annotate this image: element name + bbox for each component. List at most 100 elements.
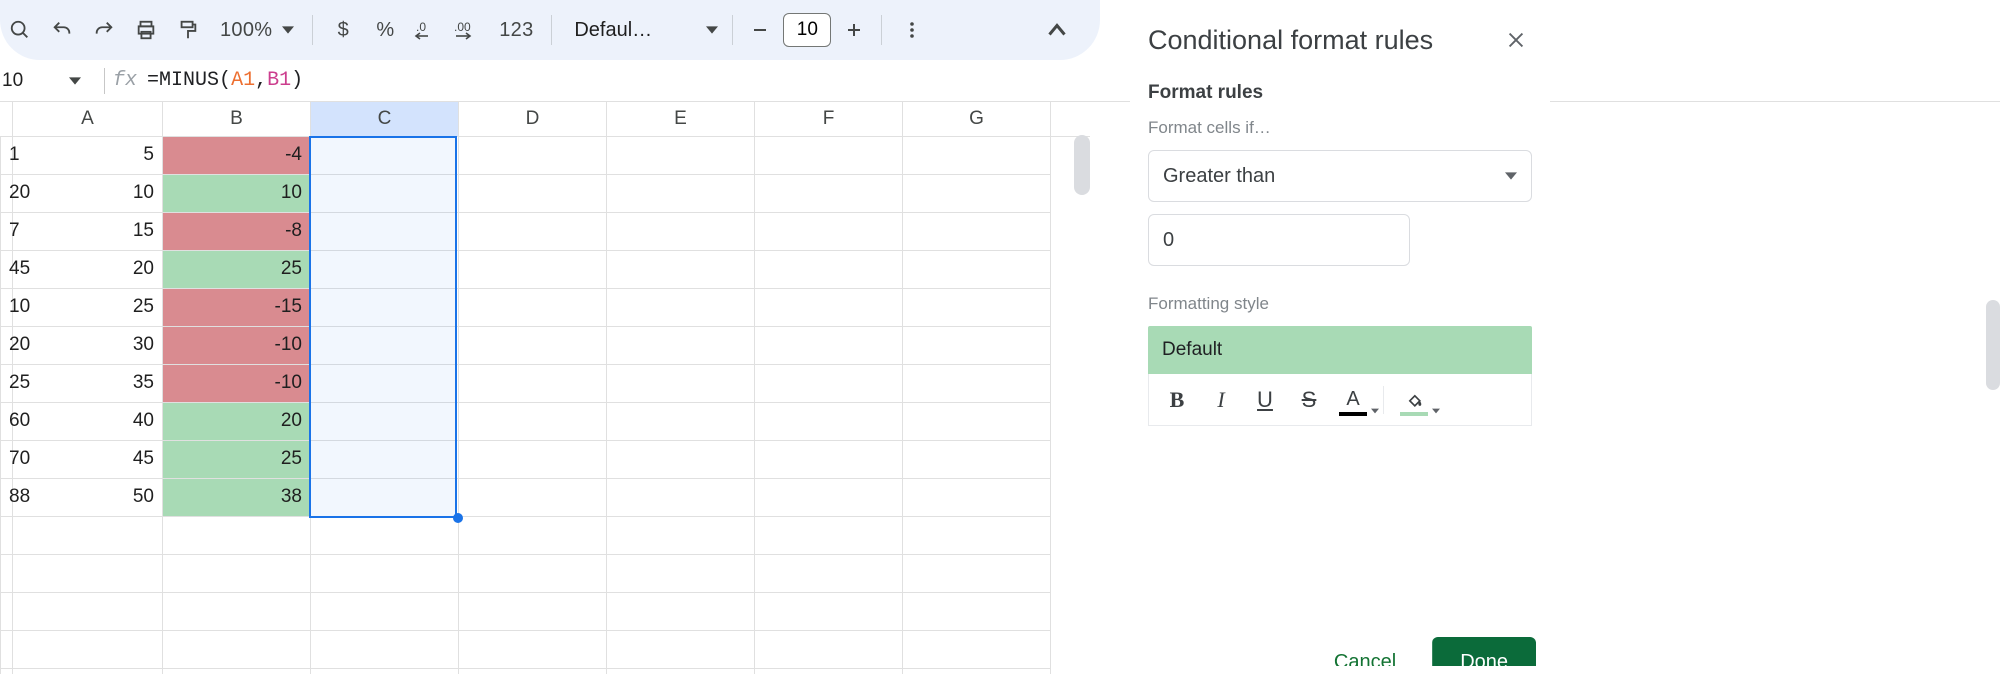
cell[interactable]	[903, 174, 1051, 212]
cell[interactable]	[311, 288, 459, 326]
cell[interactable]: 15	[13, 212, 163, 250]
column-header[interactable]: G	[903, 102, 1051, 136]
increase-font-button[interactable]	[837, 10, 871, 50]
page-scrollbar[interactable]	[1986, 300, 2000, 390]
cell[interactable]: 40	[13, 402, 163, 440]
cell[interactable]	[459, 174, 607, 212]
vertical-scrollbar[interactable]	[1074, 135, 1090, 195]
cell[interactable]	[163, 516, 311, 554]
cell[interactable]: -8	[163, 212, 311, 250]
cell[interactable]	[1, 668, 13, 674]
name-box-dropdown[interactable]	[60, 75, 90, 87]
zoom-select[interactable]: 100%	[210, 19, 302, 42]
cell[interactable]	[903, 630, 1051, 668]
cell[interactable]	[903, 288, 1051, 326]
column-header[interactable]: E	[607, 102, 755, 136]
text-color-button[interactable]: A	[1333, 380, 1373, 420]
cell[interactable]	[755, 592, 903, 630]
cell[interactable]	[607, 174, 755, 212]
cell[interactable]	[311, 136, 459, 174]
cell[interactable]	[459, 326, 607, 364]
cell[interactable]	[1, 630, 13, 668]
cell[interactable]: 70	[1, 440, 13, 478]
percent-button[interactable]: %	[365, 10, 405, 50]
fill-color-button[interactable]	[1394, 380, 1434, 420]
cell[interactable]	[459, 288, 607, 326]
decrease-font-button[interactable]	[743, 10, 777, 50]
cell[interactable]	[1, 516, 13, 554]
print-button[interactable]	[126, 10, 166, 50]
cell[interactable]: 20	[1, 326, 13, 364]
cell[interactable]	[1, 554, 13, 592]
cell[interactable]	[903, 136, 1051, 174]
cell[interactable]	[755, 288, 903, 326]
cell[interactable]	[13, 554, 163, 592]
close-panel-button[interactable]	[1500, 24, 1532, 56]
cell[interactable]: 10	[13, 174, 163, 212]
cancel-button[interactable]: Cancel	[1316, 637, 1414, 674]
done-button[interactable]: Done	[1432, 637, 1536, 674]
cell[interactable]	[607, 554, 755, 592]
cell[interactable]	[459, 630, 607, 668]
column-header[interactable]: F	[755, 102, 903, 136]
cell[interactable]: -10	[163, 364, 311, 402]
cell[interactable]: 20	[163, 402, 311, 440]
underline-button[interactable]: U	[1245, 380, 1285, 420]
column-header[interactable]: C	[311, 102, 459, 136]
cell[interactable]	[13, 630, 163, 668]
cell[interactable]	[163, 554, 311, 592]
cell[interactable]	[607, 668, 755, 674]
cell[interactable]: 45	[1, 250, 13, 288]
currency-button[interactable]: $	[323, 10, 363, 50]
condition-select[interactable]: Greater than	[1148, 150, 1532, 202]
more-menu-button[interactable]	[892, 10, 932, 50]
cell[interactable]	[311, 364, 459, 402]
cell[interactable]	[459, 668, 607, 674]
paint-format-button[interactable]	[168, 10, 208, 50]
style-preview[interactable]: Default	[1148, 326, 1532, 374]
condition-value-input[interactable]: 0	[1148, 214, 1410, 266]
cell[interactable]: 7	[1, 212, 13, 250]
cell[interactable]: 25	[163, 440, 311, 478]
cell[interactable]: 45	[13, 440, 163, 478]
cell[interactable]	[459, 250, 607, 288]
cell[interactable]	[459, 212, 607, 250]
column-header[interactable]: B	[163, 102, 311, 136]
cell[interactable]	[903, 364, 1051, 402]
cell[interactable]	[755, 516, 903, 554]
cell[interactable]: 5	[13, 136, 163, 174]
cell[interactable]	[311, 630, 459, 668]
italic-button[interactable]: I	[1201, 380, 1241, 420]
cell[interactable]: 60	[1, 402, 13, 440]
cell[interactable]	[459, 440, 607, 478]
collapse-toolbar-button[interactable]	[1042, 10, 1082, 50]
cell[interactable]	[755, 668, 903, 674]
cell[interactable]: 1	[1, 136, 13, 174]
cell[interactable]	[607, 478, 755, 516]
spreadsheet-grid[interactable]: ABCDEFG 15-4201010715-84520251025-152030…	[0, 102, 1090, 674]
cell[interactable]	[311, 668, 459, 674]
cell[interactable]	[903, 250, 1051, 288]
cell[interactable]	[607, 250, 755, 288]
strikethrough-button[interactable]: S	[1289, 380, 1329, 420]
cell[interactable]	[755, 364, 903, 402]
cell[interactable]: 25	[163, 250, 311, 288]
cell[interactable]: -10	[163, 326, 311, 364]
cell[interactable]	[607, 402, 755, 440]
cell[interactable]	[459, 478, 607, 516]
cell[interactable]	[755, 630, 903, 668]
cell[interactable]	[755, 212, 903, 250]
cell[interactable]	[755, 402, 903, 440]
cell[interactable]	[311, 174, 459, 212]
cell[interactable]	[755, 250, 903, 288]
cell[interactable]: 10	[163, 174, 311, 212]
cell[interactable]	[459, 554, 607, 592]
cell[interactable]: 25	[13, 288, 163, 326]
cell[interactable]	[13, 516, 163, 554]
cell[interactable]	[459, 364, 607, 402]
cell[interactable]: 50	[13, 478, 163, 516]
cell[interactable]	[607, 212, 755, 250]
cell[interactable]	[607, 326, 755, 364]
cell[interactable]	[311, 554, 459, 592]
cell[interactable]	[607, 630, 755, 668]
